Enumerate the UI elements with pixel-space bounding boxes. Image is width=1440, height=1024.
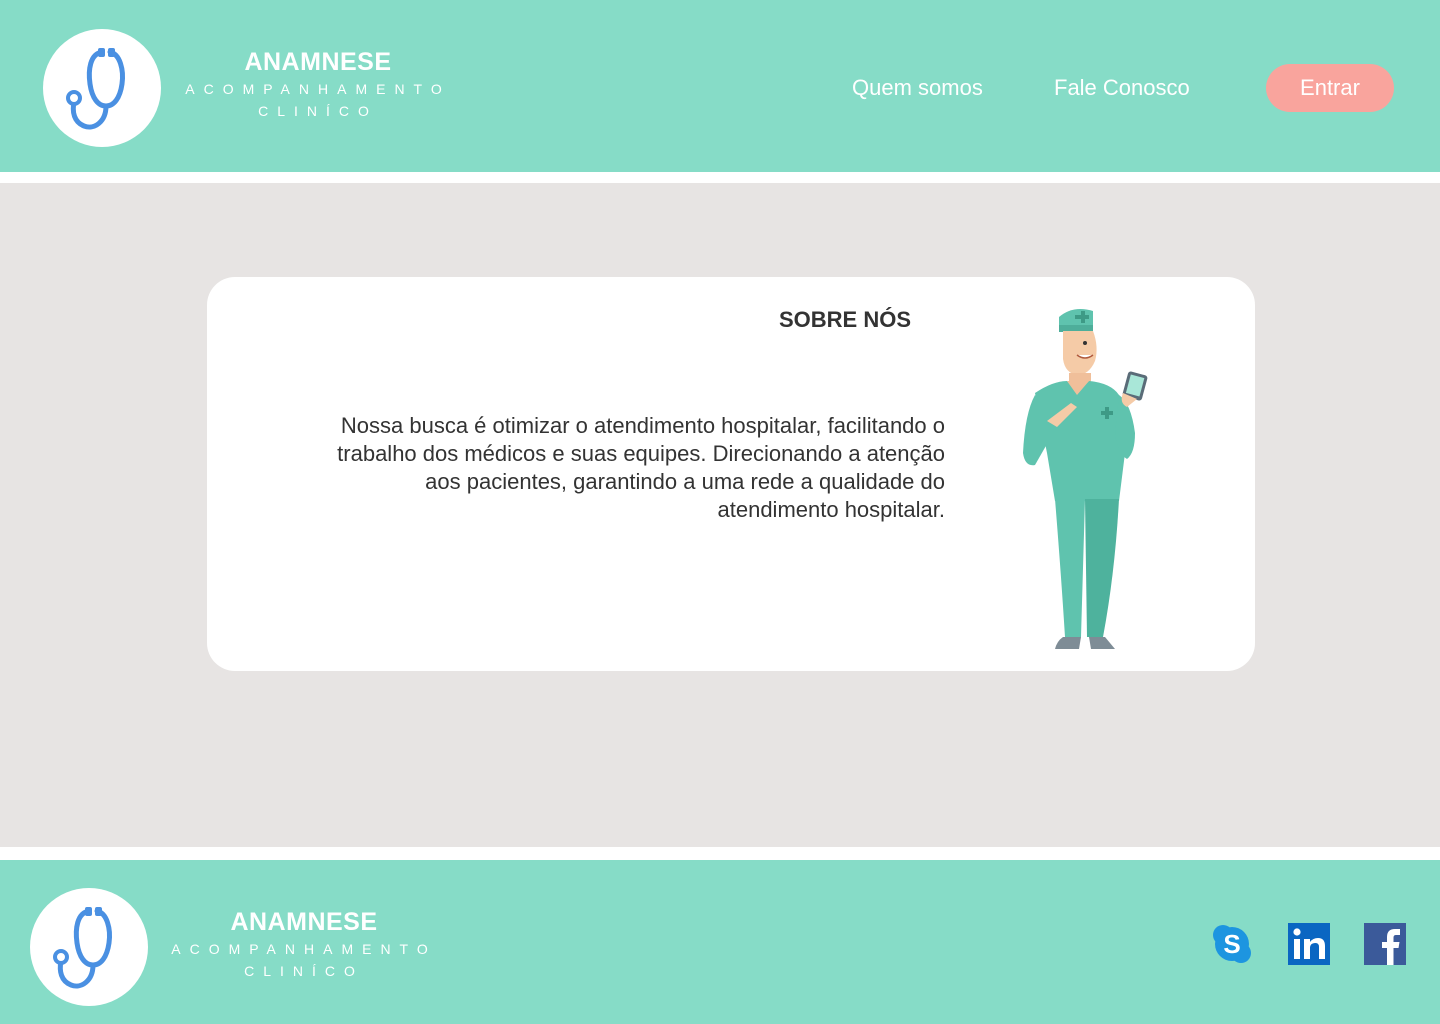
footer-brand-name: ANAMNESE: [230, 908, 378, 936]
skype-icon[interactable]: S: [1211, 923, 1253, 965]
footer-brand: ANAMNESE ACOMPANHAMENTO CLINÍCO: [166, 908, 442, 982]
footer-brand-tagline-line1: ACOMPANHAMENTO: [171, 941, 437, 957]
brand-tagline-line1: ACOMPANHAMENTO: [185, 81, 451, 97]
brand-name: ANAMNESE: [244, 48, 392, 76]
login-button[interactable]: Entrar: [1266, 64, 1394, 112]
footer-logo[interactable]: [30, 888, 148, 1006]
logo[interactable]: [43, 29, 161, 147]
site-header: ANAMNESE ACOMPANHAMENTO CLINÍCO Quem som…: [0, 0, 1440, 172]
about-title: SOBRE NÓS: [778, 307, 911, 332]
brand-tagline: ACOMPANHAMENTO CLINÍCO: [180, 78, 456, 122]
nav-quem-somos[interactable]: Quem somos: [852, 74, 983, 102]
stethoscope-icon: [66, 48, 125, 130]
footer-brand-tagline-line2: CLINÍCO: [244, 963, 364, 979]
brand: ANAMNESE ACOMPANHAMENTO CLINÍCO: [180, 48, 456, 122]
linkedin-icon[interactable]: [1288, 923, 1330, 965]
about-text: Nossa busca é otimizar o atendimento hos…: [337, 413, 945, 522]
svg-text:S: S: [1223, 929, 1240, 959]
about-card: SOBRE NÓS Nossa busca é otimizar o atend…: [207, 277, 1255, 671]
nav-fale-conosco[interactable]: Fale Conosco: [1054, 74, 1190, 102]
stethoscope-icon: [53, 907, 112, 989]
facebook-icon[interactable]: [1364, 923, 1406, 965]
brand-tagline-line2: CLINÍCO: [258, 103, 378, 119]
footer-brand-tagline: ACOMPANHAMENTO CLINÍCO: [166, 938, 442, 982]
doctor-illustration: [1023, 309, 1148, 649]
